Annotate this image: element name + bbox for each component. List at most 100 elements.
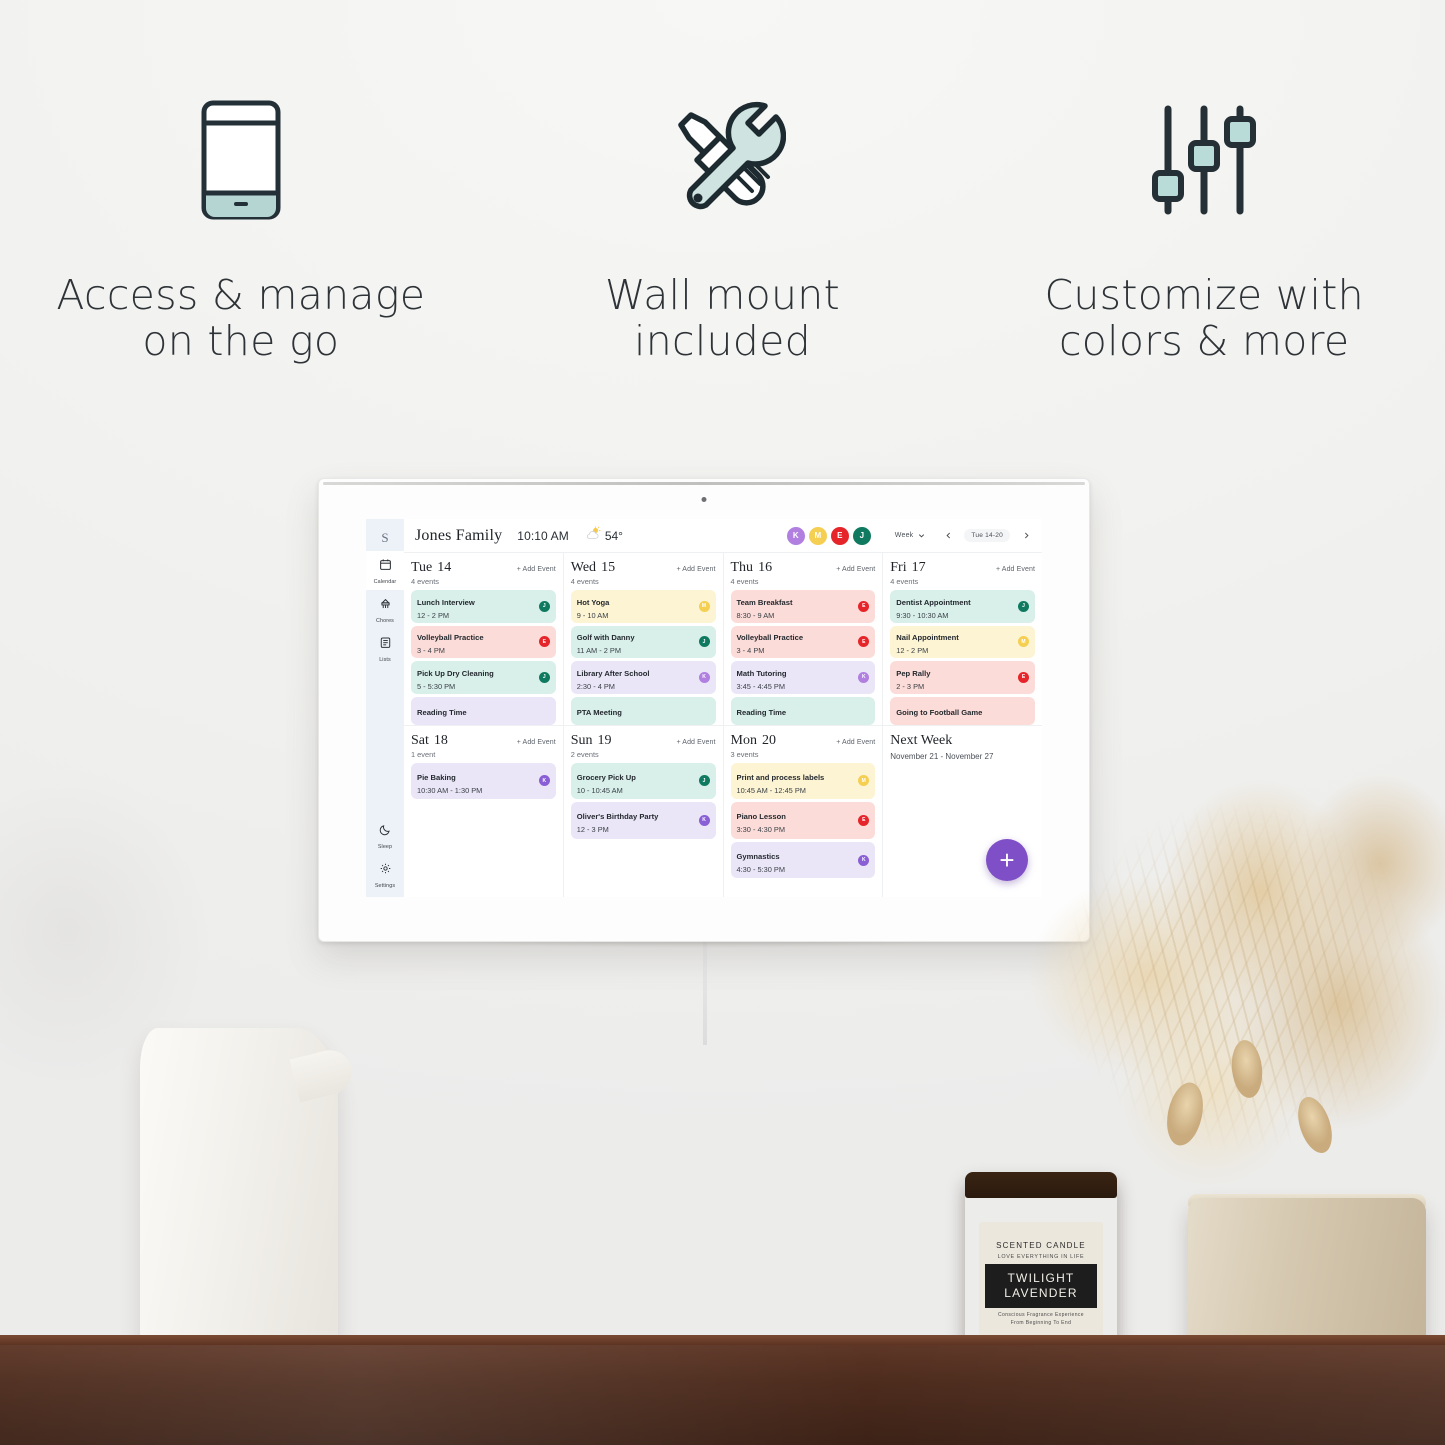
event-time: 8:30 - 9 AM xyxy=(736,610,775,620)
candle-lid xyxy=(965,1172,1117,1198)
event-card[interactable]: Dentist Appointment 9:30 - 10:30 AM J xyxy=(890,590,1035,623)
day-of-week: Fri xyxy=(890,560,907,575)
event-title: Pick Up Dry Cleaning xyxy=(417,668,494,678)
prev-week-button[interactable] xyxy=(940,528,956,544)
event-card[interactable]: Oliver's Birthday Party 12 - 3 PM K xyxy=(570,802,716,839)
event-time: 2:30 - 4 PM xyxy=(576,681,615,691)
event-time: 3:45 - 4:45 PM xyxy=(736,681,785,691)
avatar[interactable]: K xyxy=(786,526,805,545)
sun-behind-cloud-icon xyxy=(585,526,601,545)
event-card[interactable]: Volleyball Practice 3 - 4 PM E xyxy=(411,625,556,658)
lists-icon xyxy=(379,636,392,654)
sidebar-item-chores[interactable]: Chores xyxy=(366,590,404,629)
avatar[interactable]: J xyxy=(852,526,871,545)
event-card[interactable]: Golf with Danny 11 AM - 2 PM J xyxy=(570,625,716,658)
day-header: Wed 15 + Add Event xyxy=(571,560,716,576)
event-card[interactable]: Team Breakfast 8:30 - 9 AM E xyxy=(730,590,876,623)
event-list: Team Breakfast 8:30 - 9 AM E Volleyball P… xyxy=(730,590,876,725)
event-time: 9 - 10 AM xyxy=(576,610,609,620)
next-week-button[interactable] xyxy=(1018,528,1034,544)
event-time: 3:30 - 4:30 PM xyxy=(736,825,785,835)
gear-icon xyxy=(379,862,392,880)
event-card[interactable]: Reading Time xyxy=(411,696,556,725)
event-title: Gymnastics xyxy=(736,851,780,861)
event-card[interactable]: Volleyball Practice 3 - 4 PM E xyxy=(730,625,876,658)
event-member-dot: J xyxy=(698,636,710,648)
add-event-button[interactable]: + Add Event xyxy=(676,566,715,573)
event-card[interactable]: Going to Football Game xyxy=(890,696,1035,725)
candle-label: SCENTED CANDLE LOVE EVERYTHING IN LIFE T… xyxy=(979,1222,1103,1346)
day-number: 15 xyxy=(601,560,616,575)
event-card[interactable]: Pick Up Dry Cleaning 5 - 5:30 PM J xyxy=(411,661,556,694)
add-event-button[interactable]: + Add Event xyxy=(836,739,875,746)
event-title: Team Breakfast xyxy=(736,597,793,607)
day-of-week: Mon xyxy=(730,732,757,748)
chevron-down-icon xyxy=(917,527,926,545)
day-number: 16 xyxy=(758,560,773,575)
event-list: Dentist Appointment 9:30 - 10:30 AM J Nai… xyxy=(890,590,1035,725)
event-title: Piano Lesson xyxy=(736,812,786,822)
event-card[interactable]: Nail Appointment 12 - 2 PM M xyxy=(890,625,1035,658)
sidebar-item-sleep[interactable]: Sleep xyxy=(366,816,404,855)
event-count: 1 event xyxy=(411,749,436,759)
sidebar-item-settings[interactable]: Settings xyxy=(366,855,404,897)
table-sheen xyxy=(0,1345,1445,1445)
day-column-thu: Thu 16 + Add Event 4 events Team Breakfa… xyxy=(724,553,884,725)
add-event-button[interactable]: + Add Event xyxy=(517,566,556,573)
day-header: Sat 18 + Add Event xyxy=(411,733,556,749)
add-event-button[interactable]: + Add Event xyxy=(836,566,875,573)
avatar[interactable]: E xyxy=(830,526,849,545)
event-member-dot: E xyxy=(858,636,870,648)
ceramic-pitcher xyxy=(140,1028,338,1358)
view-mode-select[interactable]: Week xyxy=(889,524,933,548)
event-member-dot: K xyxy=(858,671,870,683)
event-count: 2 events xyxy=(570,749,599,759)
event-member-dot: M xyxy=(698,600,710,612)
event-time: 2 - 3 PM xyxy=(896,681,925,691)
event-card[interactable]: Library After School 2:30 - 4 PM K xyxy=(570,661,716,694)
sidebar-item-lists[interactable]: Lists xyxy=(366,629,404,668)
day-header: Sun 19 + Add Event xyxy=(571,733,716,749)
event-card[interactable]: Piano Lesson 3:30 - 4:30 PM E xyxy=(730,802,876,839)
feature-label: Customize with colors & more xyxy=(1044,271,1364,365)
event-card[interactable]: Lunch Interview 12 - 2 PM J xyxy=(411,590,556,623)
add-event-button[interactable]: + Add Event xyxy=(676,739,715,746)
sidebar-item-label: Chores xyxy=(376,618,394,624)
sidebar-item-calendar[interactable]: Calendar xyxy=(366,551,404,590)
event-title: Reading Time xyxy=(417,707,467,717)
event-title: Grocery Pick Up xyxy=(576,772,636,782)
add-event-button[interactable]: + Add Event xyxy=(996,566,1035,573)
event-card[interactable]: Pie Baking 10:30 AM - 1:30 PM K xyxy=(411,762,556,800)
device-bezel-highlight xyxy=(323,482,1085,485)
event-member-dot: M xyxy=(858,775,870,787)
event-time: 10:45 AM - 12:45 PM xyxy=(736,785,806,795)
event-member-dot: E xyxy=(538,636,550,648)
day-header: Mon 20 + Add Event xyxy=(731,733,876,749)
event-card[interactable]: Grocery Pick Up 10 - 10:45 AM J xyxy=(570,762,716,800)
day-number: 14 xyxy=(437,560,452,575)
event-title: Dentist Appointment xyxy=(896,597,971,607)
event-card[interactable]: PTA Meeting xyxy=(570,696,716,725)
event-title: Golf with Danny xyxy=(576,633,635,643)
add-event-button[interactable]: + Add Event xyxy=(517,739,556,746)
day-column-fri: Fri 17 + Add Event 4 events Dentist Appo… xyxy=(883,553,1042,725)
avatar[interactable]: M xyxy=(808,526,827,545)
event-member-dot: J xyxy=(538,600,550,612)
event-card[interactable]: Print and process labels 10:45 AM - 12:45… xyxy=(730,762,876,800)
event-card[interactable]: Pep Rally 2 - 3 PM E xyxy=(890,661,1035,694)
event-member-dot: K xyxy=(538,775,550,787)
event-card[interactable]: Hot Yoga 9 - 10 AM M xyxy=(570,590,716,623)
member-avatars: K M E J xyxy=(786,526,871,545)
table-edge xyxy=(0,1335,1445,1345)
event-title: PTA Meeting xyxy=(576,707,622,717)
event-card[interactable]: Reading Time xyxy=(730,696,876,725)
event-card[interactable]: Math Tutoring 3:45 - 4:45 PM K xyxy=(730,661,876,694)
calendar-week-row: Sat 18 + Add Event 1 event Pie Baking 10:… xyxy=(404,724,1042,897)
candle-scent-name: TWILIGHT LAVENDER xyxy=(985,1264,1097,1308)
event-card[interactable]: Gymnastics 4:30 - 5:30 PM K xyxy=(730,841,876,879)
event-time: 10 - 10:45 AM xyxy=(576,785,623,795)
event-time: 12 - 3 PM xyxy=(576,825,609,835)
date-range-label[interactable]: Tue 14-20 xyxy=(964,529,1010,542)
event-title: Hot Yoga xyxy=(576,597,610,607)
event-list: Print and process labels 10:45 AM - 12:45… xyxy=(730,762,876,879)
